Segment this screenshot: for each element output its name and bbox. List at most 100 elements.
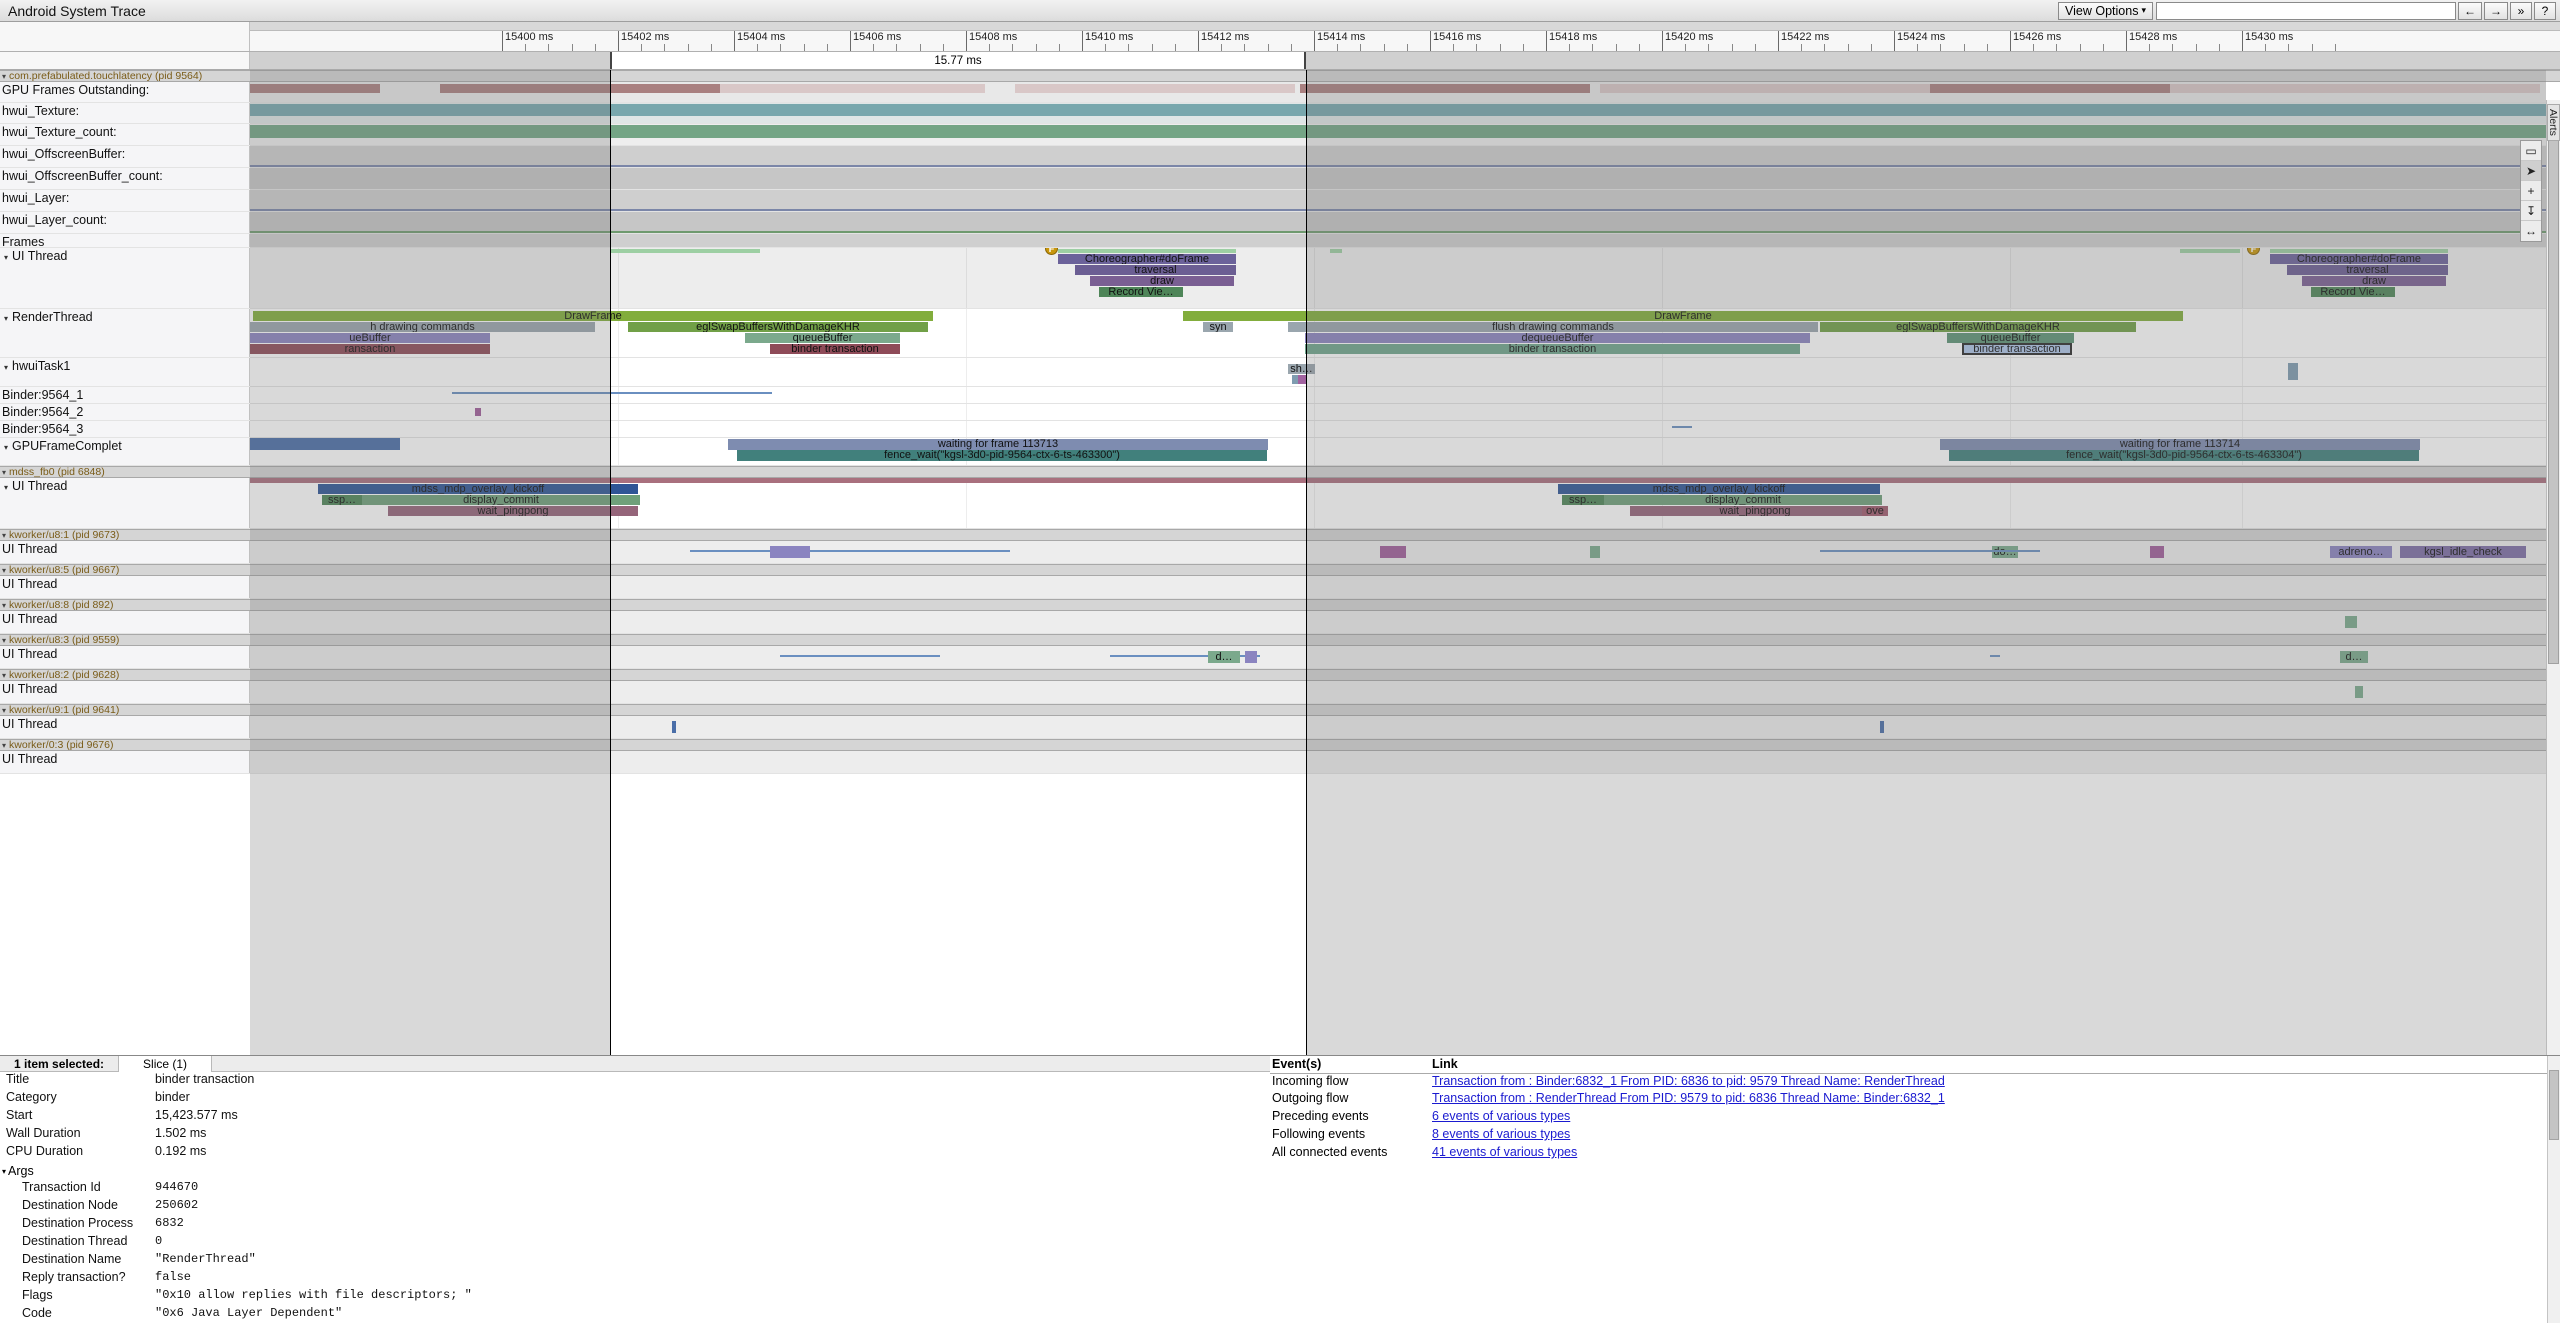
trace-slice[interactable]: sh… (1288, 364, 1315, 374)
track-lane[interactable] (250, 387, 2560, 403)
trace-slice[interactable]: flush drawing commands (1288, 322, 1818, 332)
pan-tool-icon[interactable]: ↧ (2521, 201, 2541, 221)
alerts-tab[interactable]: Alerts (2547, 104, 2560, 141)
trace-slice[interactable]: traversal (2287, 265, 2448, 275)
trace-slice[interactable]: ove (1862, 506, 1888, 516)
track-lane[interactable] (250, 168, 2560, 189)
scrollbar-thumb[interactable] (2548, 104, 2559, 664)
trace-slice[interactable] (690, 550, 1010, 552)
track-lane[interactable]: waiting for frame 113713 fence_wait("kgsl… (250, 438, 2560, 465)
trace-slice[interactable]: do… (1992, 546, 2018, 558)
zoom-in-tool-icon[interactable]: + (2521, 181, 2541, 201)
select-tool-icon[interactable]: ▭ (2521, 141, 2541, 161)
event-link[interactable]: Transaction from : Binder:6832_1 From PI… (1432, 1074, 1945, 1088)
trace-slice[interactable]: h drawing commands (250, 322, 595, 332)
trace-slice[interactable]: syn (1203, 322, 1233, 332)
trace-slice[interactable] (1990, 655, 2000, 657)
track-lane[interactable]: mdss_mdp_overlay_kickoffssp…display_comm… (250, 478, 2560, 528)
trace-slice[interactable]: dequeueBuffer (1305, 333, 1810, 343)
trace-slice[interactable] (2150, 546, 2164, 558)
trace-slice[interactable]: d… (1208, 651, 1240, 663)
track-lane[interactable] (250, 421, 2560, 437)
pointer-tool-icon[interactable]: ➤ (2521, 161, 2541, 181)
process-group-header[interactable]: ▾kworker/u8:8 (pid 892) (0, 599, 2560, 611)
track-label[interactable]: hwui_Layer: (0, 190, 250, 211)
process-group-header[interactable]: ▾kworker/u8:2 (pid 9628) (0, 669, 2560, 681)
track-lane[interactable]: DrawFrameh drawing commandsueBufferransa… (250, 309, 2560, 357)
event-link[interactable]: Transaction from : RenderThread From PID… (1432, 1091, 1945, 1105)
process-group-header[interactable]: ▾kworker/u8:3 (pid 9559) (0, 634, 2560, 646)
process-group-header[interactable]: ▾kworker/0:3 (pid 9676) (0, 739, 2560, 751)
trace-slice[interactable]: eglSwapBuffersWithDamageKHR (1820, 322, 2136, 332)
track-label[interactable]: ▾GPUFrameComplet (0, 438, 250, 465)
view-options-button[interactable]: View Options ▾ (2058, 2, 2153, 20)
trace-slice[interactable] (672, 721, 676, 733)
trace-slice[interactable]: display_commit (362, 495, 640, 505)
track-label[interactable]: UI Thread (0, 611, 250, 633)
chevron-down-icon[interactable]: ▾ (2, 1167, 6, 1176)
track-lane[interactable] (250, 124, 2560, 145)
prev-result-button[interactable]: ← (2458, 2, 2482, 20)
track-label[interactable]: Frames (0, 234, 250, 247)
track-lane[interactable] (250, 234, 2560, 247)
track-label[interactable]: UI Thread (0, 751, 250, 773)
track-label[interactable]: ▾hwuiTask1 (0, 358, 250, 386)
trace-slice[interactable]: Choreographer#doFrame (2270, 254, 2448, 264)
track-label[interactable]: UI Thread (0, 646, 250, 668)
track-label[interactable]: hwui_OffscreenBuffer_count: (0, 168, 250, 189)
trace-slice[interactable]: draw (2302, 276, 2446, 286)
trace-slice[interactable]: draw (1090, 276, 1234, 286)
trace-slice[interactable] (1880, 721, 1884, 733)
timeline-ruler[interactable]: 15400 ms15402 ms15404 ms15406 ms15408 ms… (250, 22, 2560, 51)
track-lane[interactable] (250, 681, 2560, 703)
help-button[interactable]: ? (2534, 2, 2556, 20)
trace-slice[interactable]: Record Vie… (2311, 287, 2395, 297)
args-section-header[interactable]: ▾Args (0, 1162, 472, 1180)
tab-slice[interactable]: Slice (1) (118, 1056, 212, 1072)
trace-slice[interactable] (780, 655, 940, 657)
trace-slice[interactable]: wait_pingpong (1630, 506, 1880, 516)
track-lane[interactable] (250, 103, 2560, 123)
trace-slice[interactable] (770, 546, 810, 558)
track-label[interactable]: ▾RenderThread (0, 309, 250, 357)
track-lane[interactable]: Choreographer#doFrametraversaldrawRecord… (250, 248, 2560, 308)
trace-slice[interactable]: fence_wait("kgsl-3d0-pid-9564-ctx-6-ts-4… (1949, 450, 2419, 461)
frame-marker-icon[interactable]: F (1045, 248, 1058, 255)
process-group-header[interactable]: ▾com.prefabulated.touchlatency (pid 9564… (0, 70, 2560, 82)
frame-marker-icon[interactable]: F (2247, 248, 2260, 255)
track-lane[interactable]: sh… (250, 358, 2560, 386)
track-lane[interactable] (250, 404, 2560, 420)
trace-slice[interactable]: waiting for frame 113714 (1940, 439, 2420, 450)
track-lane[interactable] (250, 716, 2560, 738)
more-results-button[interactable]: » (2510, 2, 2532, 20)
trace-slice[interactable] (1820, 550, 2040, 552)
track-label[interactable]: UI Thread (0, 681, 250, 703)
trace-slice[interactable]: d… (2340, 651, 2368, 663)
track-label[interactable]: hwui_OffscreenBuffer: (0, 146, 250, 167)
track-lane[interactable] (250, 611, 2560, 633)
process-group-header[interactable]: ▾kworker/u8:5 (pid 9667) (0, 564, 2560, 576)
track-label[interactable]: UI Thread (0, 716, 250, 738)
track-label[interactable]: GPU Frames Outstanding: (0, 82, 250, 102)
timeline-tool-palette[interactable]: ▭➤+↧↔ (2520, 140, 2542, 242)
trace-slice[interactable]: ransaction (250, 344, 490, 354)
details-scrollbar[interactable] (2547, 1056, 2560, 1323)
trace-slice[interactable]: waiting for frame 113713 (728, 439, 1268, 450)
track-label[interactable]: Binder:9564_1 (0, 387, 250, 403)
trace-slice[interactable]: DrawFrame (1183, 311, 2183, 321)
trace-slice[interactable]: binder transaction (770, 344, 900, 354)
trace-slice[interactable]: Record Vie… (1099, 287, 1183, 297)
track-lane[interactable] (250, 82, 2560, 102)
trace-slice[interactable]: display_commit (1604, 495, 1882, 505)
trace-slice[interactable]: ssp… (322, 495, 362, 505)
chevron-down-icon[interactable]: ▾ (4, 443, 8, 452)
trace-slice[interactable]: mdss_mdp_overlay_kickoff (318, 484, 638, 494)
trace-slice[interactable]: ssp… (1562, 495, 1604, 505)
track-lane[interactable] (250, 751, 2560, 773)
track-label[interactable]: Binder:9564_2 (0, 404, 250, 420)
event-link[interactable]: 8 events of various types (1432, 1127, 1570, 1141)
track-label[interactable]: hwui_Texture_count: (0, 124, 250, 145)
trace-slice[interactable] (2355, 686, 2363, 698)
trace-slice[interactable]: wait_pingpong (388, 506, 638, 516)
trace-slice[interactable]: adreno… (2330, 546, 2392, 558)
